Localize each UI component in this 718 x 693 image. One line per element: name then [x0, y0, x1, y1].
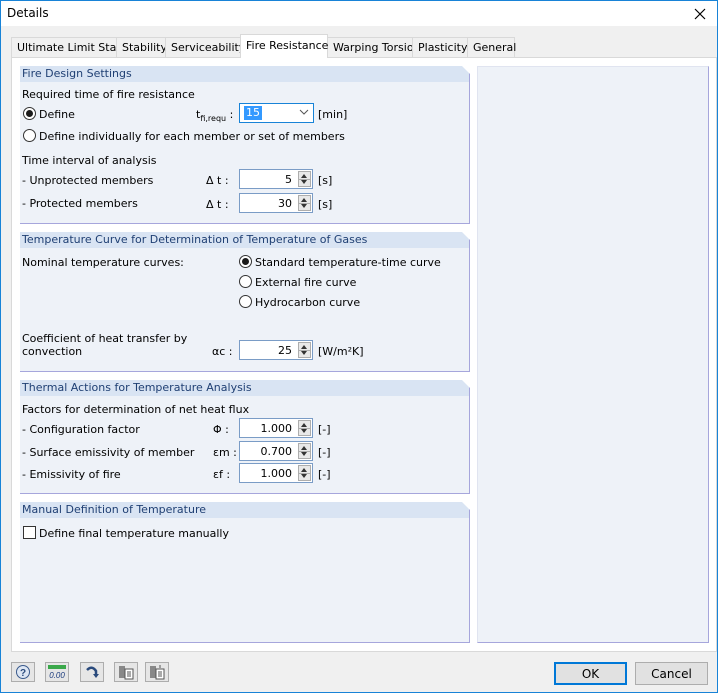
define-individually-radio[interactable] [23, 129, 36, 142]
define-label: Define [39, 108, 75, 121]
spin-buttons[interactable] [298, 443, 311, 459]
title-bar: Details [1, 1, 717, 26]
configuration-factor-value: 1.000 [260, 422, 293, 435]
protected-unit: [s] [318, 198, 333, 211]
unprotected-unit: [s] [318, 174, 333, 187]
spin-buttons[interactable] [298, 171, 311, 187]
emissivity-fire-value: 1.000 [260, 467, 293, 480]
surface-emissivity-value: 0.700 [260, 445, 293, 458]
group-header: Fire Design Settings [20, 66, 470, 82]
export-icon [119, 666, 134, 680]
help-button[interactable]: ? [11, 662, 35, 682]
ok-button[interactable]: OK [554, 662, 627, 685]
import-button[interactable] [145, 662, 169, 682]
close-icon [694, 8, 706, 19]
coef-label-line1: Coefficient of heat transfer by [22, 332, 188, 345]
tab-warping-torsion[interactable]: Warping Torsion [327, 37, 421, 57]
temperature-curve-group: Temperature Curve for Determination of T… [20, 232, 470, 372]
define-temperature-manually-label: Define final temperature manually [39, 527, 229, 540]
export-button[interactable] [114, 662, 138, 682]
thermal-actions-group: Thermal Actions for Temperature Analysis… [20, 380, 470, 494]
svg-text:0.00: 0.00 [49, 671, 65, 680]
tab-general[interactable]: General [467, 37, 516, 57]
surface-emissivity-unit: [-] [318, 446, 331, 459]
factors-label: Factors for determination of net heat fl… [22, 403, 250, 416]
standard-curve-label: Standard temperature-time curve [255, 256, 441, 269]
tab-plasticity[interactable]: Plasticity [412, 37, 468, 57]
protected-label: - Protected members [22, 197, 138, 210]
redo-icon [86, 666, 99, 678]
define-individually-label: Define individually for each member or s… [39, 130, 345, 143]
redo-button[interactable] [80, 662, 104, 682]
tab-fire-resistance[interactable]: Fire Resistance [240, 34, 328, 58]
fire-design-settings-group: Fire Design Settings Required time of fi… [20, 66, 470, 224]
spin-buttons[interactable] [298, 195, 311, 211]
surface-emissivity-spinbox[interactable]: 0.700 [239, 441, 313, 461]
configuration-factor-unit: [-] [318, 423, 331, 436]
protected-symbol: Δ t : [206, 198, 229, 211]
coef-label-line2: convection [22, 345, 83, 358]
epsilon-f-symbol: εf : [213, 468, 231, 481]
t-fi-requ-symbol: tfi,requ : [196, 108, 234, 124]
tab-ultimate-limit-state[interactable]: Ultimate Limit State [11, 37, 127, 57]
group-header: Thermal Actions for Temperature Analysis [20, 380, 470, 396]
hydrocarbon-curve-radio[interactable] [239, 295, 252, 308]
hydrocarbon-curve-label: Hydrocarbon curve [255, 296, 361, 309]
spin-buttons[interactable] [298, 465, 311, 481]
cancel-button[interactable]: Cancel [635, 662, 708, 685]
unprotected-value: 5 [285, 173, 292, 186]
fire-resistance-page: Fire Design Settings Required time of fi… [11, 57, 717, 652]
close-button[interactable] [683, 1, 717, 26]
svg-text:?: ? [20, 668, 26, 679]
define-temperature-manually-checkbox[interactable] [23, 526, 36, 539]
t-fi-requ-value: 15 [244, 106, 262, 120]
emissivity-fire-spinbox[interactable]: 1.000 [239, 463, 313, 483]
tab-serviceability[interactable]: Serviceability [165, 37, 245, 57]
units-icon: 0.00 [48, 665, 66, 680]
tab-stability[interactable]: Stability [116, 37, 167, 57]
phi-symbol: Φ : [213, 423, 229, 436]
coef-value: 25 [278, 344, 292, 357]
t-fi-requ-combo[interactable]: 15 [239, 103, 314, 123]
external-fire-curve-label: External fire curve [255, 276, 357, 289]
t-unit: [min] [318, 108, 348, 121]
spin-buttons[interactable] [298, 342, 311, 358]
protected-spinbox[interactable]: 30 [239, 193, 313, 213]
configuration-factor-spinbox[interactable]: 1.000 [239, 418, 313, 438]
configuration-factor-label: - Configuration factor [22, 423, 140, 436]
alpha-c-symbol: αc : [212, 345, 233, 358]
emissivity-fire-unit: [-] [318, 468, 331, 481]
nominal-curves-label: Nominal temperature curves: [22, 256, 184, 269]
required-time-label: Required time of fire resistance [22, 88, 195, 101]
time-interval-label: Time interval of analysis [22, 154, 157, 167]
chevron-down-icon [299, 109, 309, 115]
manual-temperature-group: Manual Definition of Temperature Define … [20, 502, 470, 643]
coef-unit: [W/m²K] [318, 345, 364, 358]
preview-panel [477, 66, 709, 643]
define-radio[interactable] [23, 107, 36, 120]
coef-spinbox[interactable]: 25 [239, 340, 313, 360]
external-fire-curve-radio[interactable] [239, 275, 252, 288]
protected-value: 30 [278, 197, 292, 210]
group-header: Temperature Curve for Determination of T… [20, 232, 470, 248]
window-title: Details [7, 6, 49, 20]
help-icon: ? [16, 665, 30, 679]
epsilon-m-symbol: εm : [213, 446, 237, 459]
details-dialog: Details Ultimate Limit State Stability S… [0, 0, 718, 693]
unprotected-symbol: Δ t : [206, 174, 229, 187]
unprotected-label: - Unprotected members [22, 174, 154, 187]
standard-curve-radio[interactable] [239, 255, 252, 268]
surface-emissivity-label: - Surface emissivity of member [22, 446, 195, 459]
spin-buttons[interactable] [298, 420, 311, 436]
emissivity-fire-label: - Emissivity of fire [22, 468, 121, 481]
unprotected-spinbox[interactable]: 5 [239, 169, 313, 189]
group-header: Manual Definition of Temperature [20, 502, 470, 518]
units-button[interactable]: 0.00 [45, 662, 69, 682]
import-icon [150, 665, 165, 680]
